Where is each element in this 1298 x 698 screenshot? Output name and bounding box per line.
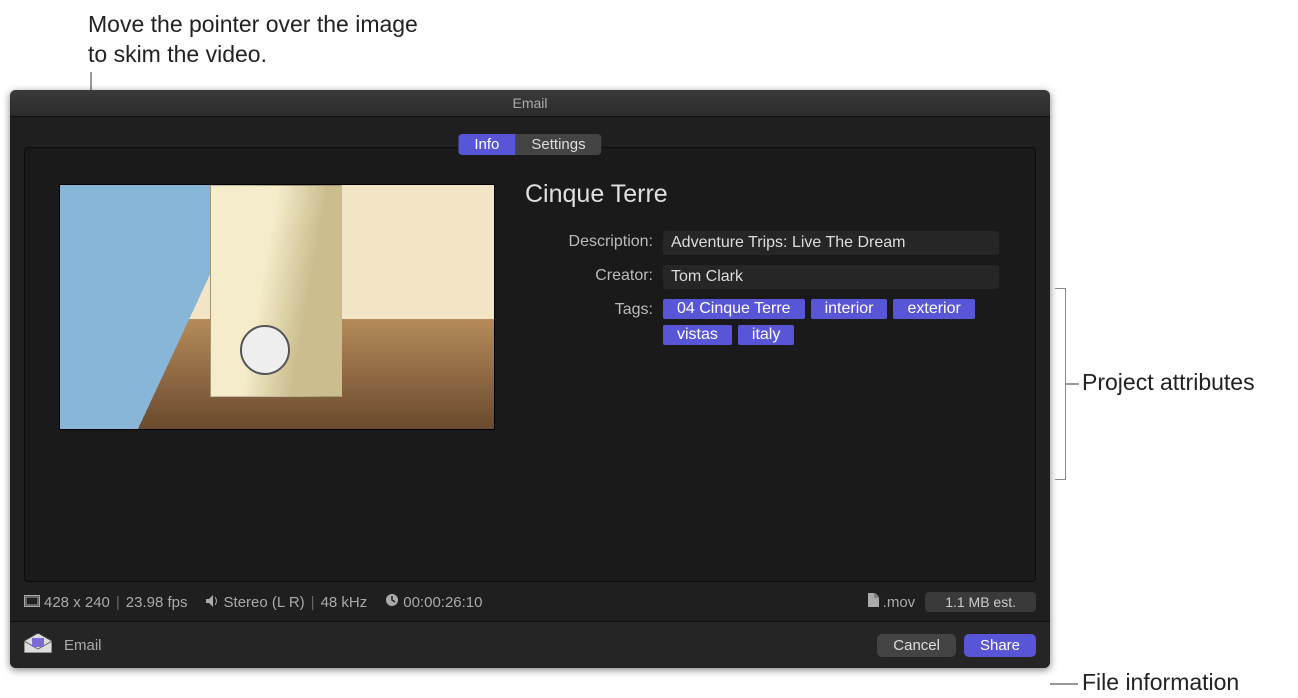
info-audio: Stereo (L R) <box>224 594 305 611</box>
callout-line-attrs <box>1065 383 1079 385</box>
info-samplerate: 48 kHz <box>321 594 368 611</box>
speaker-icon <box>206 594 220 611</box>
label-description: Description: <box>525 231 663 251</box>
label-tags: Tags: <box>525 299 663 319</box>
tag-token[interactable]: vistas <box>663 325 732 345</box>
tag-token[interactable]: italy <box>738 325 794 345</box>
description-field[interactable]: Adventure Trips: Live The Dream <box>663 231 999 255</box>
thumbnail-art-clock <box>240 325 290 375</box>
window-title: Email <box>512 95 547 111</box>
file-info-bar: 428 x 240 | 23.98 fps Stereo (L R) | 48 … <box>24 588 1036 616</box>
cancel-button[interactable]: Cancel <box>877 634 956 657</box>
project-attributes: Cinque Terre Description: Adventure Trip… <box>525 180 1005 355</box>
tag-token[interactable]: interior <box>811 299 888 319</box>
tab-settings[interactable]: Settings <box>515 134 601 155</box>
callout-skim: Move the pointer over the image to skim … <box>88 10 428 70</box>
info-extension: .mov <box>883 594 916 611</box>
info-duration: 00:00:26:10 <box>403 594 482 611</box>
row-description: Description: Adventure Trips: Live The D… <box>525 231 1005 255</box>
destination-label: Email <box>64 637 102 654</box>
creator-field[interactable]: Tom Clark <box>663 265 999 289</box>
tags-field[interactable]: 04 Cinque Terre interior exterior vistas… <box>663 299 1003 345</box>
row-tags: Tags: 04 Cinque Terre interior exterior … <box>525 299 1005 345</box>
video-frame-icon <box>24 594 40 611</box>
tab-segmented-control: Info Settings <box>458 134 601 155</box>
info-fps: 23.98 fps <box>126 594 188 611</box>
callout-project-attributes: Project attributes <box>1082 368 1282 398</box>
envelope-icon <box>24 633 52 657</box>
clock-icon <box>385 593 399 611</box>
window-titlebar: Email <box>10 90 1050 117</box>
content-area: Info Settings Cinque Terre Description: … <box>24 147 1036 582</box>
info-resolution: 428 x 240 <box>44 594 110 611</box>
tag-token[interactable]: exterior <box>893 299 974 319</box>
project-title: Cinque Terre <box>525 180 1005 209</box>
row-creator: Creator: Tom Clark <box>525 265 1005 289</box>
tab-info[interactable]: Info <box>458 134 515 155</box>
tag-token[interactable]: 04 Cinque Terre <box>663 299 805 319</box>
label-creator: Creator: <box>525 265 663 285</box>
share-button[interactable]: Share <box>964 634 1036 657</box>
callout-file-information: File information <box>1082 668 1292 698</box>
share-window: Email Info Settings Cinque Terre Descrip… <box>10 90 1050 668</box>
callout-line-fileinfo <box>1050 683 1078 685</box>
file-icon <box>868 593 879 611</box>
footer-bar: Email Cancel Share <box>10 621 1050 668</box>
video-thumbnail[interactable] <box>59 184 495 430</box>
info-filesize: 1.1 MB est. <box>925 592 1036 612</box>
